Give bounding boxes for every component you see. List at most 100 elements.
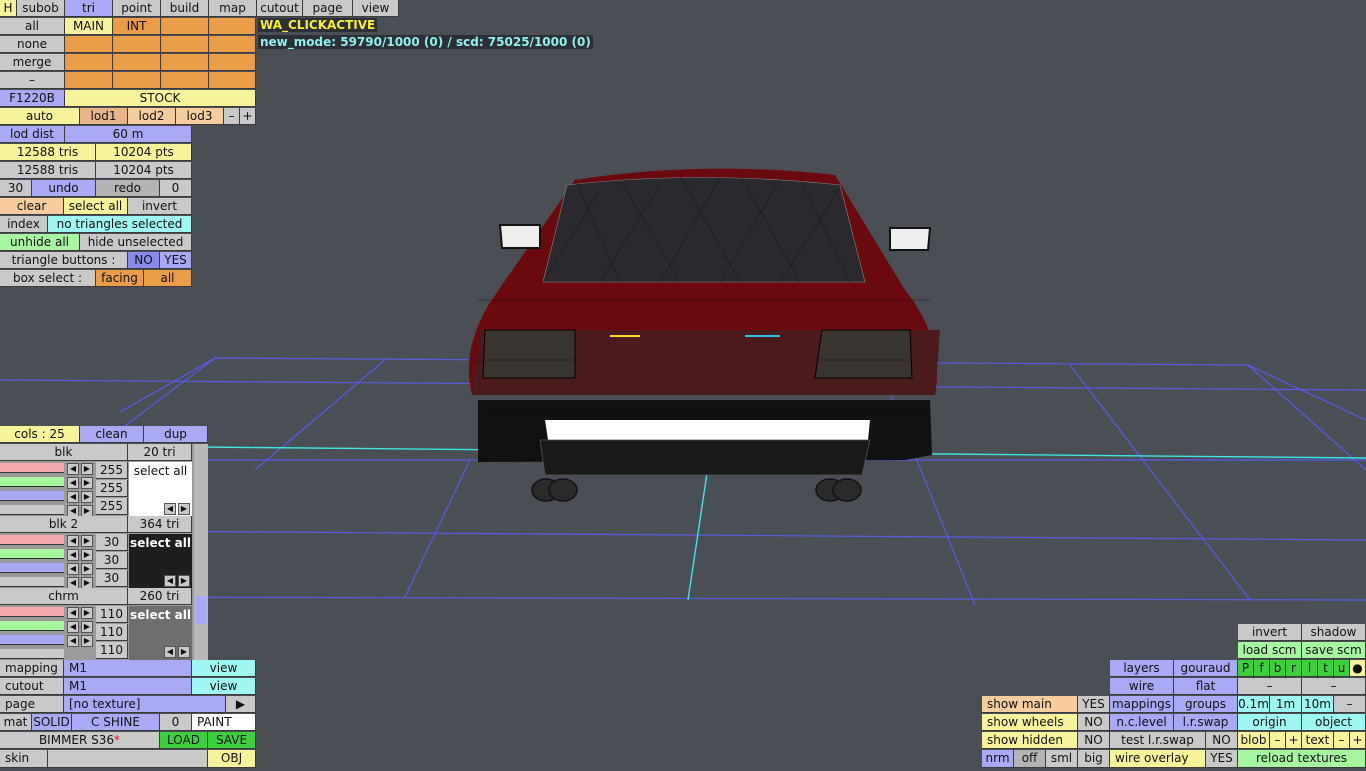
arrow-right-icon[interactable]: ▶ [81, 563, 93, 575]
toolbar-map[interactable]: map [209, 0, 257, 17]
dash-button[interactable]: – [1302, 678, 1366, 695]
test-lr-swap-value[interactable]: NO [1206, 732, 1238, 749]
blue-value[interactable]: 255 [96, 498, 128, 515]
red-value[interactable]: 255 [96, 462, 128, 479]
select-all-button[interactable]: select all [64, 198, 128, 215]
clean-button[interactable]: clean [80, 426, 144, 443]
normals-big-button[interactable]: big [1078, 750, 1110, 768]
arrow-left-icon[interactable]: ◀ [67, 549, 79, 561]
alpha-slider[interactable] [0, 577, 64, 587]
triangle-buttons-yes[interactable]: YES [160, 252, 192, 269]
group-slot[interactable] [113, 72, 161, 89]
arrow-left-icon[interactable]: ◀ [67, 535, 79, 547]
green-value[interactable]: 110 [96, 624, 128, 641]
dash-button[interactable]: – [1238, 678, 1302, 695]
blue-slider[interactable] [0, 563, 64, 573]
material-scrollbar[interactable] [194, 444, 208, 660]
group-slot[interactable] [161, 72, 209, 89]
skin-value[interactable] [48, 750, 208, 768]
load-scm-button[interactable]: load scm [1238, 642, 1302, 659]
unhide-all-button[interactable]: unhide all [0, 234, 80, 251]
save-scm-button[interactable]: save scm [1302, 642, 1366, 659]
arrow-right-icon[interactable]: ▶ [81, 491, 93, 503]
paint-value[interactable]: PAINT [192, 714, 256, 731]
arrow-right-icon[interactable]: ▶ [178, 503, 190, 515]
dup-button[interactable]: dup [144, 426, 208, 443]
flag-b[interactable]: b [1270, 660, 1286, 677]
dot-toggle-icon[interactable]: ● [1350, 660, 1366, 677]
merge-button[interactable]: merge [0, 54, 65, 71]
wire-overlay-label[interactable]: wire overlay [1110, 750, 1206, 768]
gouraud-button[interactable]: gouraud [1174, 660, 1238, 677]
group-slot[interactable] [161, 18, 209, 35]
group-slot[interactable] [161, 36, 209, 53]
undo-button[interactable]: undo [32, 180, 96, 197]
arrow-right-icon[interactable]: ▶ [81, 607, 93, 619]
green-slider[interactable] [0, 549, 64, 559]
triangle-buttons-no[interactable]: NO [128, 252, 160, 269]
arrow-left-icon[interactable]: ◀ [67, 463, 79, 475]
lod-minus[interactable]: – [224, 108, 240, 125]
flag-l[interactable]: l [1302, 660, 1318, 677]
mapping-value[interactable]: M1 [64, 660, 192, 677]
obj-button[interactable]: OBJ [208, 750, 256, 768]
lod-auto[interactable]: auto [0, 108, 80, 125]
arrow-left-icon[interactable]: ◀ [164, 575, 176, 587]
model-name[interactable]: F1220B [0, 90, 65, 107]
toolbar-point[interactable]: point [113, 0, 161, 17]
all-button[interactable]: all [0, 18, 65, 35]
lod-dist-value[interactable]: 60 m [65, 126, 192, 143]
load-button[interactable]: LOAD [160, 732, 208, 749]
arrow-left-icon[interactable]: ◀ [67, 477, 79, 489]
mappings-button[interactable]: mappings [1110, 696, 1174, 713]
lod-plus[interactable]: + [240, 108, 256, 125]
index-button[interactable]: index [0, 216, 48, 233]
green-value[interactable]: 255 [96, 480, 128, 497]
red-slider[interactable] [0, 607, 64, 617]
arrow-right-icon[interactable]: ▶ [81, 477, 93, 489]
toolbar-build[interactable]: build [161, 0, 209, 17]
flag-f[interactable]: f [1254, 660, 1270, 677]
group-slot[interactable] [209, 18, 256, 35]
clear-button[interactable]: clear [0, 198, 64, 215]
arrow-left-icon[interactable]: ◀ [67, 635, 79, 647]
group-main[interactable]: MAIN [65, 18, 113, 35]
alpha-slider[interactable] [0, 505, 64, 515]
object-button[interactable]: object [1302, 714, 1366, 731]
show-hidden-label[interactable]: show hidden [982, 732, 1078, 749]
blue-slider[interactable] [0, 491, 64, 501]
blob-button[interactable]: blob [1238, 732, 1270, 749]
green-value[interactable]: 30 [96, 552, 128, 569]
show-hidden-value[interactable]: NO [1078, 732, 1110, 749]
arrow-right-icon[interactable]: ▶ [81, 621, 93, 633]
nc-level-button[interactable]: n.c.level [1110, 714, 1174, 731]
blob-plus[interactable]: + [1286, 732, 1302, 749]
cutout-value[interactable]: M1 [64, 678, 192, 695]
group-slot[interactable] [113, 36, 161, 53]
invert-button[interactable]: invert [128, 198, 192, 215]
toolbar-h[interactable]: H [0, 0, 17, 17]
toolbar-page[interactable]: page [303, 0, 353, 17]
box-select-facing[interactable]: facing [96, 270, 144, 287]
arrow-left-icon[interactable]: ◀ [67, 621, 79, 633]
swatch-select-all[interactable]: select all [129, 607, 192, 623]
text-plus[interactable]: + [1350, 732, 1366, 749]
step-01m-button[interactable]: 0.1m [1238, 696, 1270, 713]
step-1m-button[interactable]: 1m [1270, 696, 1302, 713]
green-slider[interactable] [0, 477, 64, 487]
group-int[interactable]: INT [113, 18, 161, 35]
normals-sml-button[interactable]: sml [1046, 750, 1078, 768]
lod2-button[interactable]: lod2 [128, 108, 176, 125]
show-wheels-value[interactable]: NO [1078, 714, 1110, 731]
arrow-left-icon[interactable]: ◀ [164, 503, 176, 515]
arrow-left-icon[interactable]: ◀ [67, 563, 79, 575]
flag-u[interactable]: u [1334, 660, 1350, 677]
flag-t[interactable]: t [1318, 660, 1334, 677]
group-slot[interactable] [209, 54, 256, 71]
swatch-select-all[interactable]: select all [129, 463, 192, 479]
group-slot[interactable] [65, 54, 113, 71]
show-main-value[interactable]: YES [1078, 696, 1110, 713]
hide-unselected-button[interactable]: hide unselected [80, 234, 192, 251]
arrow-right-icon[interactable]: ▶ [81, 635, 93, 647]
alpha-slider[interactable] [0, 649, 64, 659]
